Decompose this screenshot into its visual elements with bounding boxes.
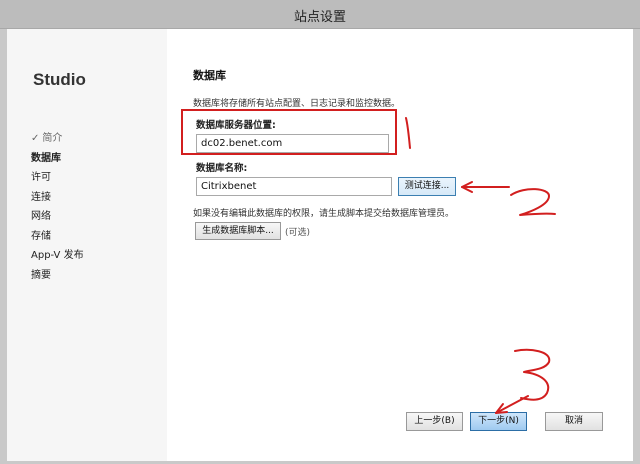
sidebar-item-intro[interactable]: ✓ 简介 bbox=[31, 129, 161, 149]
dbname-label: 数据库名称: bbox=[196, 163, 248, 174]
back-button[interactable]: 上一步(B) bbox=[406, 412, 463, 431]
sidebar-nav: ✓ 简介 数据库 许可 连接 网络 存储 App-V 发布 摘要 bbox=[31, 129, 161, 285]
page-title: 数据库 bbox=[193, 69, 226, 82]
title-bar: 站点设置 bbox=[0, 0, 640, 29]
studio-brand: Studio bbox=[33, 70, 86, 89]
server-input[interactable]: dc02.benet.com bbox=[196, 134, 389, 153]
server-label: 数据库服务器位置: bbox=[196, 120, 276, 131]
page-description: 数据库将存储所有站点配置、日志记录和监控数据。 bbox=[193, 99, 401, 109]
sidebar-item-storage[interactable]: 存储 bbox=[31, 227, 161, 247]
optional-note: (可选) bbox=[285, 228, 311, 238]
main-panel: 数据库 数据库将存储所有站点配置、日志记录和监控数据。 数据库服务器位置: dc… bbox=[167, 29, 633, 461]
sidebar-item-appv[interactable]: App-V 发布 bbox=[31, 246, 161, 266]
sidebar-item-database[interactable]: 数据库 bbox=[31, 149, 161, 169]
cancel-button[interactable]: 取消 bbox=[545, 412, 603, 431]
sidebar-item-connection[interactable]: 连接 bbox=[31, 188, 161, 208]
sidebar: Studio ✓ 简介 数据库 许可 连接 网络 存储 App-V 发布 摘要 bbox=[7, 29, 174, 461]
test-connection-button[interactable]: 测试连接... bbox=[398, 177, 456, 196]
window-title: 站点设置 bbox=[293, 10, 346, 25]
sidebar-item-licensing[interactable]: 许可 bbox=[31, 168, 161, 188]
check-icon: ✓ bbox=[31, 133, 40, 144]
next-button[interactable]: 下一步(N) bbox=[470, 412, 527, 431]
sidebar-item-network[interactable]: 网络 bbox=[31, 207, 161, 227]
dbname-input[interactable]: Citrixbenet bbox=[196, 177, 392, 196]
generate-script-button[interactable]: 生成数据库脚本... bbox=[195, 222, 281, 240]
sidebar-item-summary[interactable]: 摘要 bbox=[31, 266, 161, 286]
permission-hint: 如果没有编辑此数据库的权限，请生成脚本提交给数据库管理员。 bbox=[193, 209, 455, 219]
